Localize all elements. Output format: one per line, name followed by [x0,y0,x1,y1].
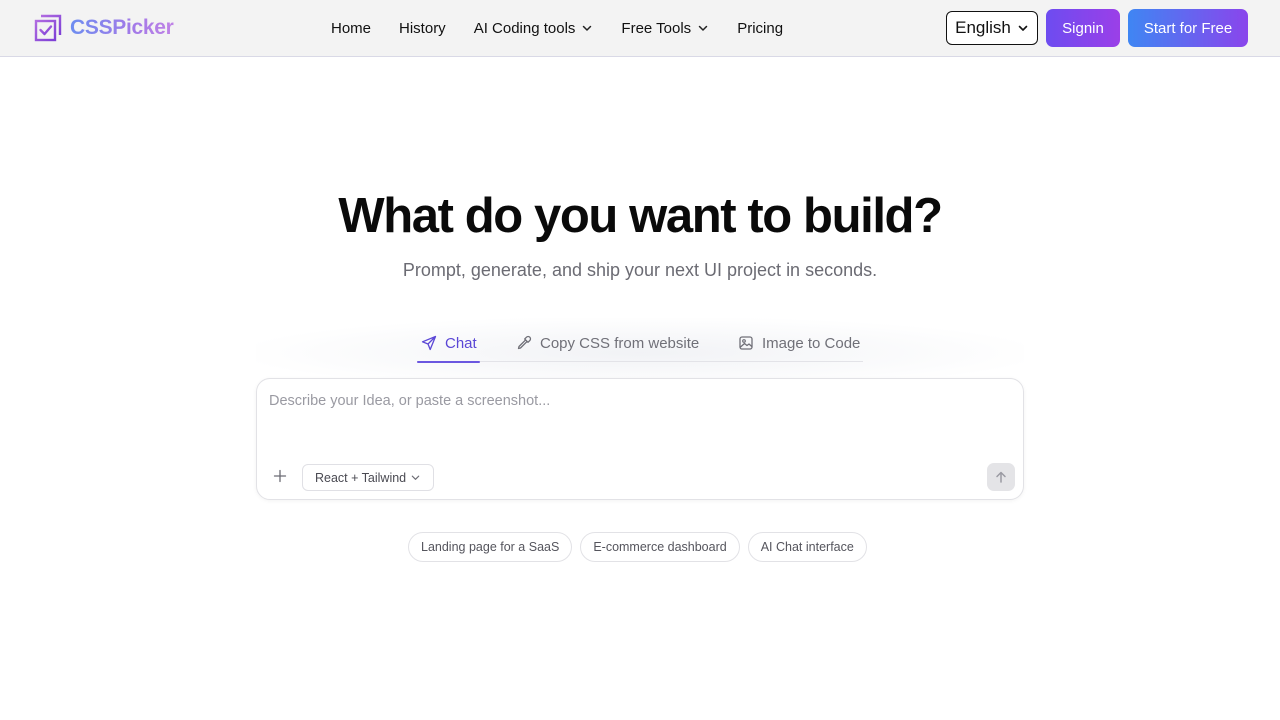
nav-free-tools[interactable]: Free Tools [621,20,709,37]
send-button[interactable] [987,463,1015,491]
tab-chat-label: Chat [445,334,477,352]
eyedropper-icon [517,335,532,350]
logo-link[interactable]: CSSPicker [34,13,174,43]
suggestion-chip[interactable]: AI Chat interface [747,532,867,562]
logo-text: CSSPicker [70,16,174,39]
chevron-down-icon [411,475,420,480]
framework-select[interactable]: React + Tailwind [302,464,434,491]
hero-title: What do you want to build? [338,189,943,243]
suggestion-chip[interactable]: E-commerce dashboard [580,532,740,562]
hero-subtitle: Prompt, generate, and ship your next UI … [402,260,878,280]
nav-ai-coding-tools[interactable]: AI Coding tools [474,20,594,37]
top-navbar: CSSPicker Home History AI Coding tools F… [0,0,1280,57]
nav-history-label: History [399,19,446,37]
checkbox-logo-icon [34,14,62,42]
language-select-value: English [955,18,1011,37]
nav-ai-coding-tools-label: AI Coding tools [473,19,576,37]
nav-free-tools-label: Free Tools [621,19,692,37]
framework-select-value: React + Tailwind [315,470,407,485]
suggestion-chip[interactable]: Landing page for a SaaS [408,532,573,562]
prompt-input[interactable] [269,391,1009,451]
nav-pricing-label: Pricing [737,19,784,37]
nav-home-label: Home [331,19,372,37]
language-select[interactable]: English [946,11,1038,45]
prompt-box: React + Tailwind [256,378,1024,500]
nav-home[interactable]: Home [331,20,371,37]
tab-image-to-code[interactable]: Image to Code [738,324,860,362]
chevron-down-icon [583,25,592,31]
add-attachment-button[interactable] [269,465,291,487]
arrow-up-icon [996,471,1006,483]
nav-history[interactable]: History [399,20,446,37]
plus-icon [273,469,287,483]
image-icon [739,336,753,350]
send-icon [421,335,437,351]
suggestion-chips: Landing page for a SaaS E-commerce dashb… [408,532,867,562]
main-nav: Home History AI Coding tools Free Tools … [331,0,783,56]
signin-button[interactable]: Signin [1046,9,1120,47]
tab-copy-css-label: Copy CSS from website [540,334,700,352]
start-for-free-button[interactable]: Start for Free [1128,9,1248,47]
tab-chat[interactable]: Chat [417,324,480,363]
mode-tabs: Chat Copy CSS from website Image to Code [417,324,863,363]
tab-image-to-code-label: Image to Code [762,334,861,352]
chevron-down-icon [698,25,708,31]
nav-pricing[interactable]: Pricing [737,20,783,37]
chevron-down-icon [1018,25,1028,31]
tab-copy-css[interactable]: Copy CSS from website [516,324,699,362]
